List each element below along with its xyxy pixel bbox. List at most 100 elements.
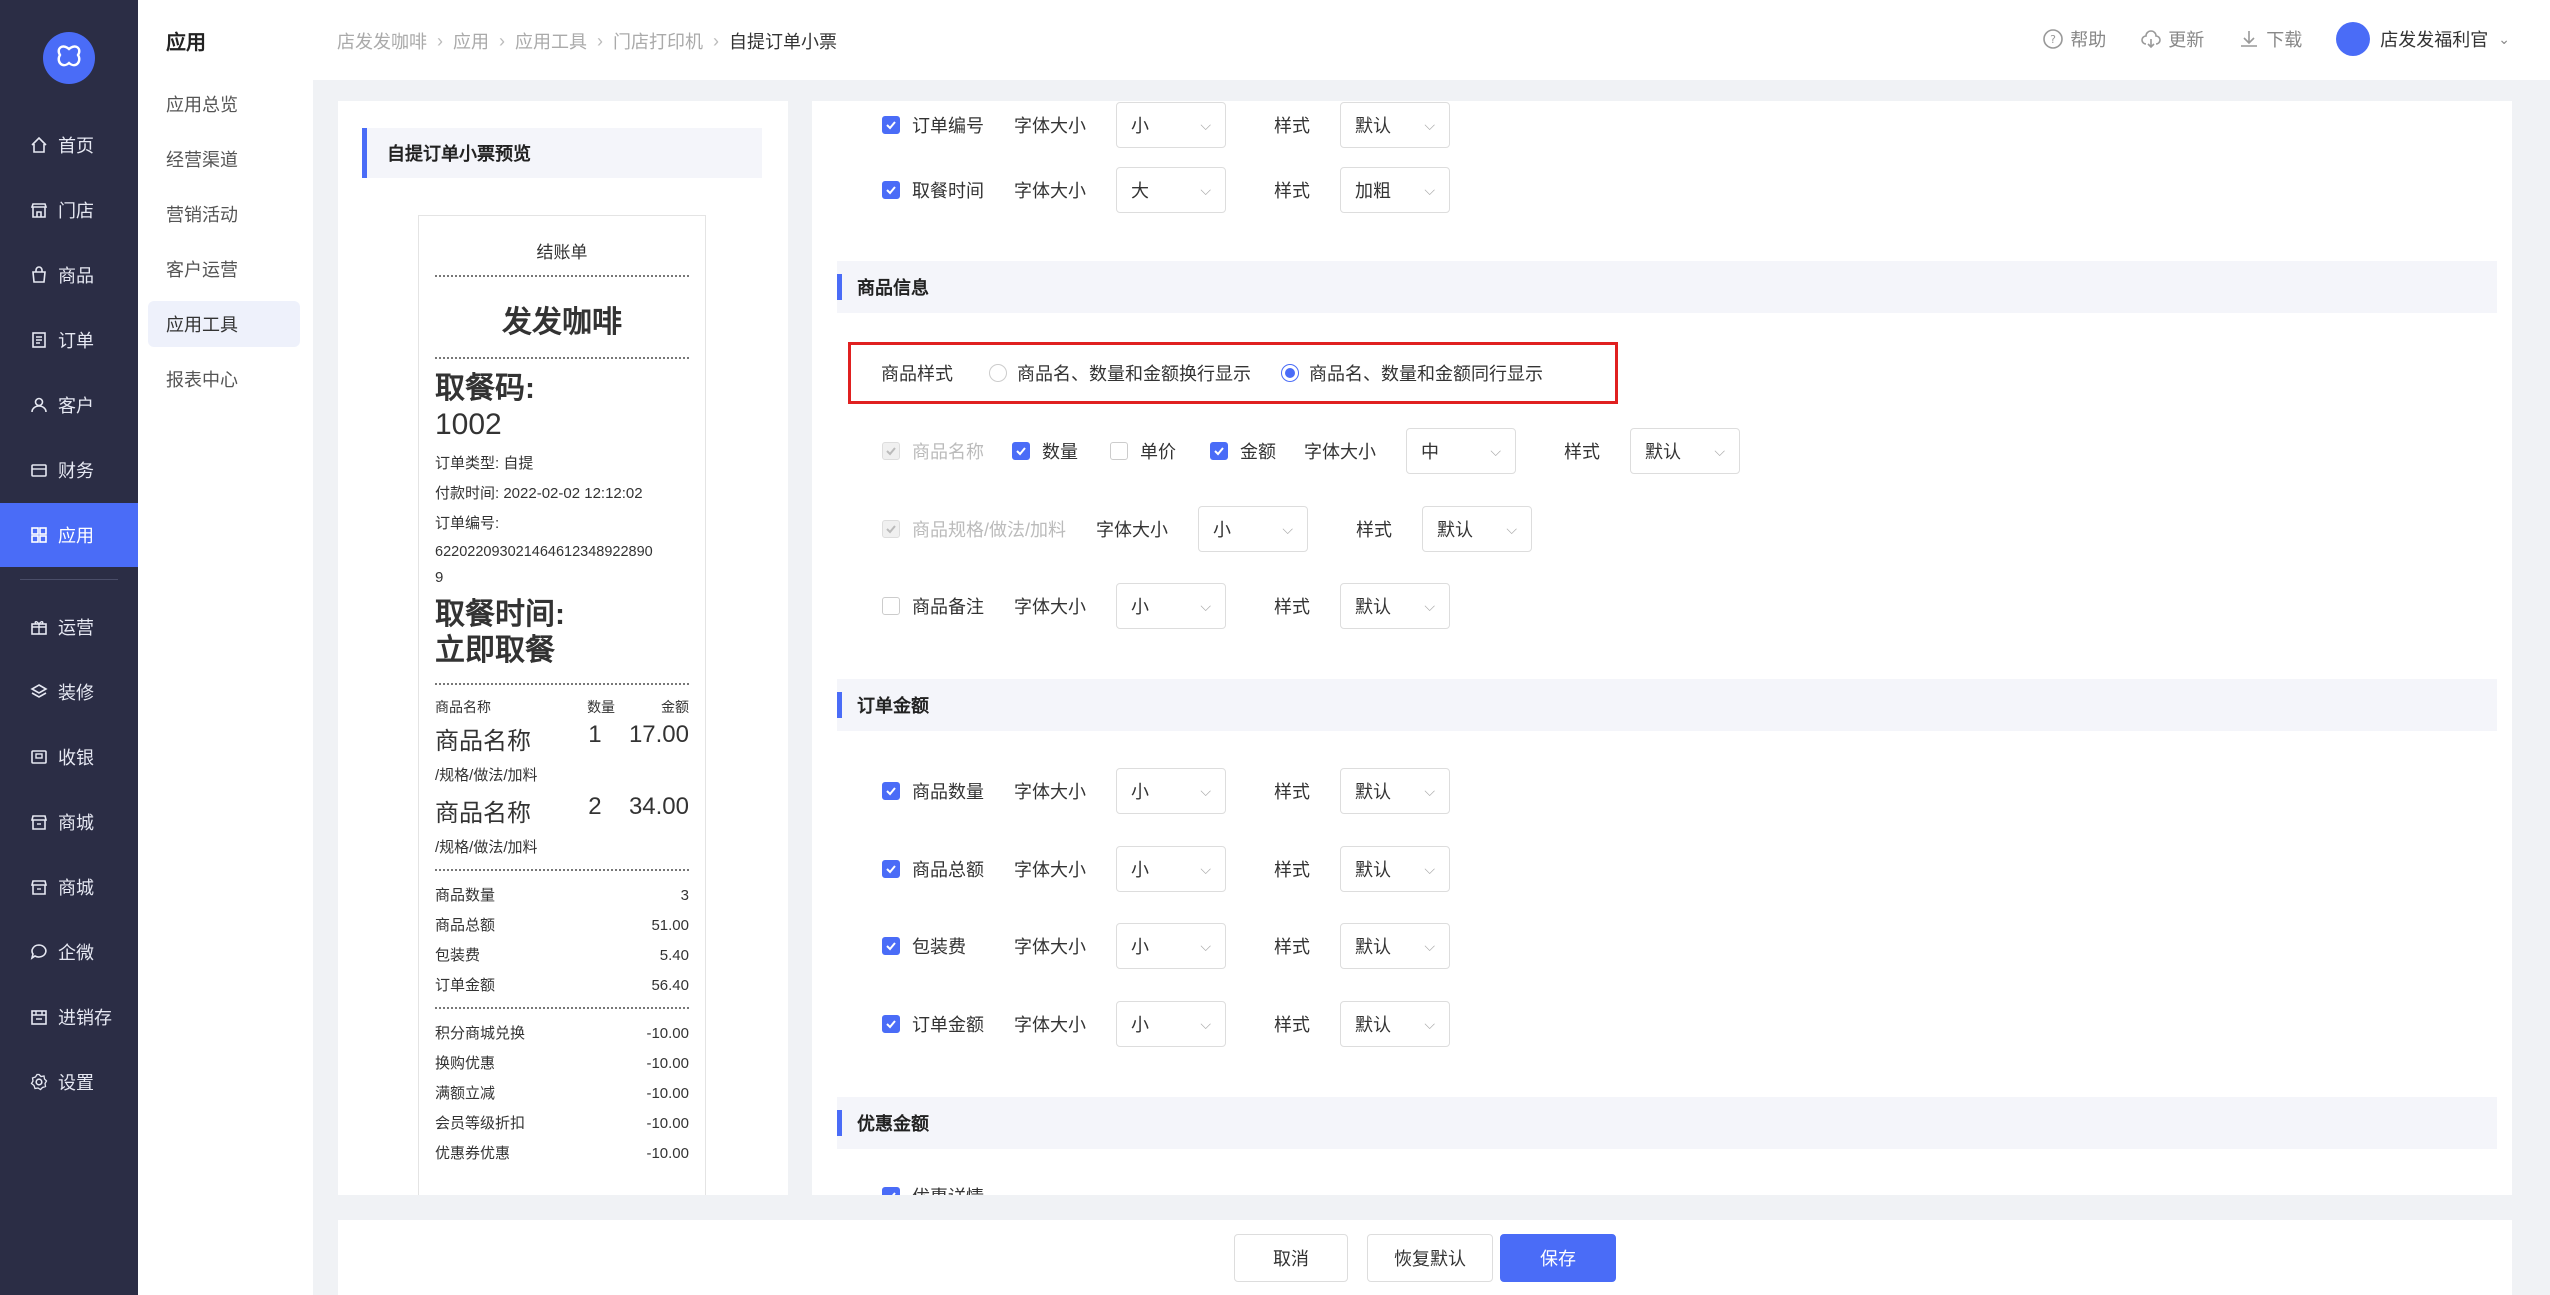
goods-remark-checkbox[interactable] xyxy=(882,597,900,615)
goods-count-checkbox[interactable] xyxy=(882,782,900,800)
breadcrumb-item[interactable]: 门店打印机 xyxy=(613,28,703,54)
nav-item-13[interactable]: 进销存 xyxy=(0,985,138,1049)
nav-item-5[interactable]: 财务 xyxy=(0,438,138,502)
reset-default-button[interactable]: 恢复默认 xyxy=(1367,1234,1493,1282)
font-size-select[interactable]: 中 ⌵ xyxy=(1406,428,1516,474)
nav-item-4[interactable]: 客户 xyxy=(0,373,138,437)
main-sidebar: 首页 门店 商品 订单 客户 财务 应用 运营 装修 收银 商城 商城 企微 进销存 设置 xyxy=(0,0,138,1295)
goods-total-checkbox[interactable] xyxy=(882,860,900,878)
style-select[interactable]: 默认 ⌵ xyxy=(1340,923,1450,969)
nav-item-11[interactable]: 商城 xyxy=(0,855,138,919)
breadcrumb-item[interactable]: 应用工具 xyxy=(515,28,587,54)
font-size-select[interactable]: 小 ⌵ xyxy=(1116,1001,1226,1047)
qty-checkbox[interactable] xyxy=(1012,442,1030,460)
subnav-item-overview[interactable]: 应用总览 xyxy=(148,81,300,127)
ticket-item-header: 商品名称 数量 金额 xyxy=(435,697,689,717)
nav-item-8[interactable]: 装修 xyxy=(0,660,138,724)
gift-icon xyxy=(30,618,48,636)
select-value: 大 xyxy=(1131,181,1149,201)
style-label: 样式 xyxy=(1564,442,1600,462)
user-menu[interactable]: 店发发福利官 ⌄ xyxy=(2336,22,2510,56)
nav-item-2[interactable]: 商品 xyxy=(0,243,138,307)
total-row: 商品数量 3 xyxy=(435,881,689,911)
breadcrumb-item[interactable]: 应用 xyxy=(453,28,489,54)
discount-key: 满额立减 xyxy=(435,1085,496,1102)
total-key: 订单金额 xyxy=(435,977,496,994)
breadcrumb-separator-icon: › xyxy=(713,30,719,51)
brand-logo[interactable] xyxy=(43,32,95,84)
nav-item-12[interactable]: 企微 xyxy=(0,920,138,984)
subnav-item-marketing[interactable]: 营销活动 xyxy=(148,191,300,237)
cancel-button[interactable]: 取消 xyxy=(1234,1234,1348,1282)
style-select[interactable]: 默认 ⌵ xyxy=(1422,506,1533,552)
help-button[interactable]: ? 帮助 xyxy=(2042,26,2106,52)
nav-item-10[interactable]: 商城 xyxy=(0,790,138,854)
select-value: 默认 xyxy=(1355,782,1391,802)
font-size-select[interactable]: 小 ⌵ xyxy=(1116,846,1226,892)
row-label: 商品数量 xyxy=(912,782,984,802)
style-select[interactable]: 默认 ⌵ xyxy=(1340,1001,1450,1047)
order-no-checkbox[interactable] xyxy=(882,116,900,134)
font-size-label: 字体大小 xyxy=(1014,782,1086,802)
apps-icon xyxy=(30,526,48,544)
pickup-time-checkbox[interactable] xyxy=(882,181,900,199)
order-amount-checkbox[interactable] xyxy=(882,1015,900,1033)
style-select[interactable]: 默认 ⌵ xyxy=(1340,846,1450,892)
select-value: 默认 xyxy=(1355,937,1391,957)
subnav-item-channels[interactable]: 经营渠道 xyxy=(148,136,300,182)
breadcrumb-item[interactable]: 店发发咖啡 xyxy=(337,28,427,54)
select-value: 小 xyxy=(1131,860,1149,880)
chevron-down-icon: ⌵ xyxy=(1506,520,1518,537)
subnav-item-reports[interactable]: 报表中心 xyxy=(148,356,300,402)
font-size-select[interactable]: 小 ⌵ xyxy=(1116,923,1226,969)
download-button[interactable]: 下载 xyxy=(2238,26,2302,52)
font-size-select[interactable]: 大 ⌵ xyxy=(1116,167,1226,213)
nav-item-6[interactable]: 应用 xyxy=(0,503,138,567)
packing-fee-checkbox[interactable] xyxy=(882,937,900,955)
font-size-select[interactable]: 小 ⌵ xyxy=(1198,506,1309,552)
discount-row: 会员等级折扣 -10.00 xyxy=(435,1109,689,1139)
goods-style-radio-wrap[interactable] xyxy=(989,364,1007,382)
top-bar: 店发发咖啡 › 应用 › 应用工具 › 门店打印机 › 自提订单小票 ? 帮助 更新 下… xyxy=(313,0,2550,80)
nav-item-14[interactable]: 设置 xyxy=(0,1050,138,1114)
discount-row: 换购优惠 -10.00 xyxy=(435,1049,689,1079)
font-size-select[interactable]: 小 ⌵ xyxy=(1116,768,1226,814)
butterfly-logo-icon xyxy=(57,45,81,67)
update-button[interactable]: 更新 xyxy=(2140,26,2204,52)
select-value: 默认 xyxy=(1355,1015,1391,1035)
amount-checkbox[interactable] xyxy=(1210,442,1228,460)
chevron-down-icon: ⌵ xyxy=(1200,1015,1211,1032)
goods-style-radio-inline[interactable] xyxy=(1281,364,1299,382)
price-label: 单价 xyxy=(1140,442,1176,462)
save-button[interactable]: 保存 xyxy=(1500,1234,1616,1282)
nav-item-7[interactable]: 运营 xyxy=(0,595,138,659)
nav-item-3[interactable]: 订单 xyxy=(0,308,138,372)
style-select[interactable]: 默认 ⌵ xyxy=(1340,583,1450,629)
price-checkbox[interactable] xyxy=(1110,442,1128,460)
nav-item-0[interactable]: 首页 xyxy=(0,113,138,177)
font-size-select[interactable]: 小 ⌵ xyxy=(1116,583,1226,629)
goods-spec-checkbox xyxy=(882,520,900,538)
select-value: 默认 xyxy=(1645,442,1681,462)
settings-icon xyxy=(30,1073,48,1091)
style-select[interactable]: 默认 ⌵ xyxy=(1340,768,1450,814)
style-select[interactable]: 加粗 ⌵ xyxy=(1340,167,1450,213)
goods-style-opt1-label[interactable]: 商品名、数量和金额换行显示 xyxy=(1017,360,1251,386)
row-label: 订单编号 xyxy=(912,116,984,136)
style-select[interactable]: 默认 ⌵ xyxy=(1630,428,1740,474)
goods-style-opt2-label[interactable]: 商品名、数量和金额同行显示 xyxy=(1309,360,1543,386)
discount-detail-checkbox[interactable] xyxy=(882,1187,900,1195)
nav-item-label: 财务 xyxy=(58,461,94,481)
subnav-item-tools[interactable]: 应用工具 xyxy=(148,301,300,347)
nav-item-1[interactable]: 门店 xyxy=(0,178,138,242)
font-size-select[interactable]: 小 ⌵ xyxy=(1116,102,1226,148)
config-row-goods-remark: 商品备注 字体大小 小 ⌵ 样式 默认 ⌵ xyxy=(882,583,1498,629)
item-qty: 2 xyxy=(588,793,602,820)
style-label: 样式 xyxy=(1274,597,1310,617)
check-icon xyxy=(1214,447,1224,456)
breadcrumb-separator-icon: › xyxy=(499,30,505,51)
subnav-item-customers[interactable]: 客户运营 xyxy=(148,246,300,292)
nav-item-label: 企微 xyxy=(58,943,94,963)
style-select[interactable]: 默认 ⌵ xyxy=(1340,102,1450,148)
nav-item-9[interactable]: 收银 xyxy=(0,725,138,789)
